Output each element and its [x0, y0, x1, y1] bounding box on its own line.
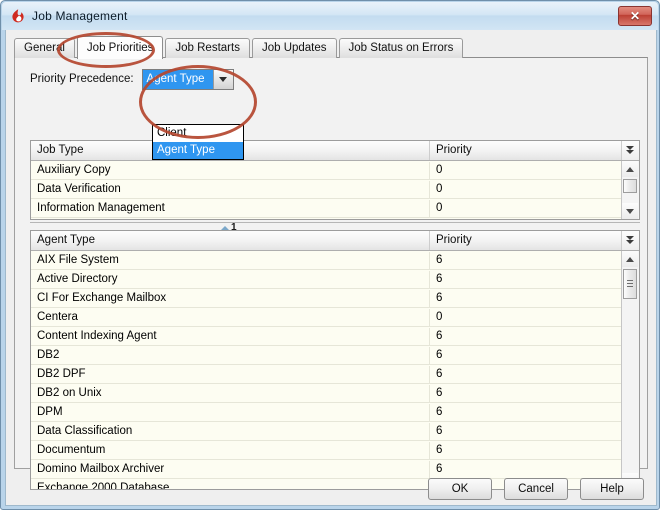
cell-agent-type: Data Classification	[31, 423, 430, 440]
tab-general[interactable]: General	[14, 38, 75, 58]
table-row[interactable]: Centera0	[31, 308, 622, 327]
job-type-table-scrollbar[interactable]	[621, 161, 639, 219]
close-icon: ✕	[630, 9, 640, 23]
cell-agent-type: Content Indexing Agent	[31, 328, 430, 345]
cell-priority: 6	[430, 252, 602, 269]
cell-agent-type: DB2	[31, 347, 430, 364]
chevron-down-icon[interactable]	[213, 70, 233, 89]
tab-job-restarts[interactable]: Job Restarts	[165, 38, 250, 58]
flame-icon	[10, 8, 26, 24]
cell-job-type: Auxiliary Copy	[31, 162, 430, 179]
table-row[interactable]: Documentum6	[31, 441, 622, 460]
table-row[interactable]: DB2 DPF6	[31, 365, 622, 384]
column-chooser-button[interactable]	[621, 231, 639, 250]
cell-agent-type: Documentum	[31, 442, 430, 459]
cell-priority: 6	[430, 290, 602, 307]
cell-priority: 6	[430, 328, 602, 345]
cell-agent-type: DB2 on Unix	[31, 385, 430, 402]
dropdown-option-agent-type[interactable]: Agent Type	[153, 142, 243, 159]
cell-job-type: Data Verification	[31, 181, 430, 198]
window-title: Job Management	[32, 9, 128, 23]
double-chevron-down-icon	[626, 146, 635, 155]
cell-priority: 0	[430, 200, 602, 217]
job-type-table-header: Job Type Priority	[31, 141, 639, 161]
table-row[interactable]: DB2 on Unix6	[31, 384, 622, 403]
cell-priority: 6	[430, 271, 602, 288]
table-row[interactable]: DB26	[31, 346, 622, 365]
cell-agent-type: DB2 DPF	[31, 366, 430, 383]
agent-type-table-scrollbar[interactable]	[621, 251, 639, 489]
cell-priority: 0	[430, 309, 602, 326]
column-header-priority[interactable]: Priority	[430, 231, 602, 250]
ok-button[interactable]: OK	[428, 478, 492, 500]
dialog-client-area: General Job Priorities Job Restarts Job …	[5, 30, 657, 506]
cell-agent-type: CI For Exchange Mailbox	[31, 290, 430, 307]
cell-agent-type: DPM	[31, 404, 430, 421]
scroll-up-icon[interactable]	[622, 251, 638, 267]
scroll-down-icon[interactable]	[622, 203, 638, 219]
scrollbar-thumb[interactable]	[623, 179, 637, 193]
tab-strip: General Job Priorities Job Restarts Job …	[14, 36, 465, 58]
help-button[interactable]: Help	[580, 478, 644, 500]
table-row[interactable]: AIX File System6	[31, 251, 622, 270]
table-row[interactable]: CI For Exchange Mailbox6	[31, 289, 622, 308]
agent-type-table-header: Agent Type Priority	[31, 231, 639, 251]
priority-precedence-dropdown-list[interactable]: Client Agent Type	[152, 124, 244, 160]
cell-agent-type: Active Directory	[31, 271, 430, 288]
table-row[interactable]: Active Directory6	[31, 270, 622, 289]
cell-priority: 0	[430, 162, 602, 179]
column-chooser-button[interactable]	[621, 141, 639, 160]
agent-type-table-body: AIX File System6Active Directory6CI For …	[31, 251, 622, 489]
priority-precedence-row: Priority Precedence: Agent Type	[30, 68, 234, 90]
scrollbar-grip-icon	[627, 280, 633, 288]
table-row[interactable]: Auxiliary Copy 0	[31, 161, 622, 180]
combobox-selected-value: Agent Type	[143, 70, 213, 89]
cell-priority: 6	[430, 385, 602, 402]
cell-priority: 6	[430, 423, 602, 440]
tab-job-updates[interactable]: Job Updates	[252, 38, 337, 58]
dropdown-option-client[interactable]: Client	[153, 125, 243, 142]
column-header-agent-type[interactable]: Agent Type	[31, 231, 430, 250]
job-management-dialog: Job Management ✕ General Job Priorities …	[0, 0, 660, 510]
scrollbar-thumb[interactable]	[623, 269, 637, 299]
column-header-priority[interactable]: Priority	[430, 141, 602, 160]
cell-priority: 6	[430, 366, 602, 383]
table-row[interactable]: Content Indexing Agent6	[31, 327, 622, 346]
job-type-table-body: Auxiliary Copy 0 Data Verification 0 Inf…	[31, 161, 622, 219]
tab-job-priorities[interactable]: Job Priorities	[77, 36, 163, 59]
double-chevron-down-icon	[626, 236, 635, 245]
table-row[interactable]: Data Classification6	[31, 422, 622, 441]
scroll-up-icon[interactable]	[622, 161, 638, 177]
cell-priority: 6	[430, 347, 602, 364]
table-row[interactable]: DPM6	[31, 403, 622, 422]
cell-agent-type: AIX File System	[31, 252, 430, 269]
agent-type-table: Agent Type Priority AIX File System6Acti…	[30, 230, 640, 490]
table-row[interactable]: Information Management 0	[31, 199, 622, 218]
cell-job-type: Information Management	[31, 200, 430, 217]
cancel-button[interactable]: Cancel	[504, 478, 568, 500]
tab-job-status-on-errors[interactable]: Job Status on Errors	[339, 38, 464, 58]
dialog-button-bar: OK Cancel Help	[6, 473, 656, 505]
cell-priority: 6	[430, 404, 602, 421]
job-type-table: Job Type Priority Auxiliary Copy 0 Data …	[30, 140, 640, 220]
cell-agent-type: Centera	[31, 309, 430, 326]
cell-priority: 0	[430, 181, 602, 198]
title-bar: Job Management ✕	[2, 2, 658, 30]
table-row[interactable]: Data Verification 0	[31, 180, 622, 199]
cell-priority: 6	[430, 442, 602, 459]
priority-precedence-combobox[interactable]: Agent Type	[142, 69, 234, 90]
close-button[interactable]: ✕	[618, 6, 652, 26]
priority-precedence-label: Priority Precedence:	[30, 73, 134, 85]
